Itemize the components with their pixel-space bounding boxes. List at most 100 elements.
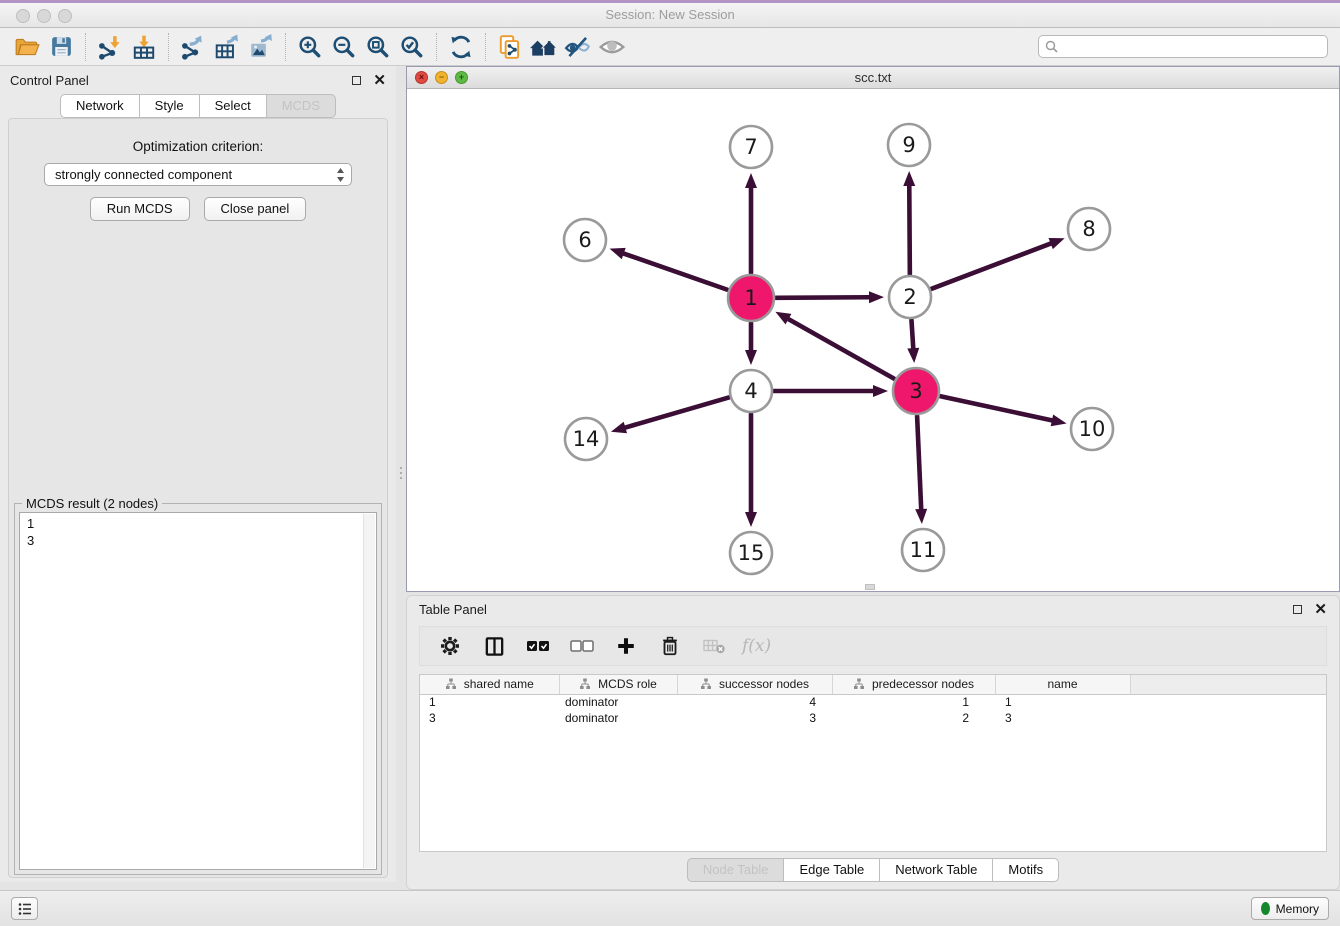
svg-text:6: 6 [578,228,591,252]
table-cell[interactable]: 3 [420,710,559,726]
memory-button[interactable]: Memory [1251,897,1329,920]
column-header-predecessor-nodes[interactable]: predecessor nodes [832,675,995,694]
graph-node-6[interactable]: 6 [564,219,606,261]
tab-mcds[interactable]: MCDS [267,94,336,118]
graph-node-3[interactable]: 3 [893,368,939,414]
apply-layout-icon[interactable] [444,32,478,62]
search-icon [1044,39,1060,55]
table-row[interactable]: 3dominator323 [420,710,1326,726]
graph-node-15[interactable]: 15 [730,532,772,574]
graph-edge-4-15[interactable] [745,414,757,527]
unselect-all-columns-icon[interactable] [566,631,598,661]
tab-motifs[interactable]: Motifs [993,858,1059,882]
column-header-filler [1130,675,1326,694]
panel-split-handle[interactable] [398,460,403,486]
show-columns-icon[interactable] [478,631,510,661]
svg-text:15: 15 [738,541,765,565]
column-header-successor-nodes[interactable]: successor nodes [677,675,832,694]
select-all-columns-icon[interactable] [522,631,554,661]
network-scroll-thumb[interactable] [865,584,875,590]
tab-network[interactable]: Network [60,94,140,118]
tab-network-table[interactable]: Network Table [880,858,993,882]
tab-node-table[interactable]: Node Table [687,858,785,882]
zoom-in-icon[interactable] [293,32,327,62]
search-input[interactable] [1060,37,1327,56]
add-column-icon[interactable] [610,631,642,661]
search-field[interactable] [1038,35,1328,58]
graph-edge-2-9[interactable] [903,171,915,274]
table-row[interactable]: 1dominator411 [420,694,1326,710]
graph-edge-4-14[interactable] [611,397,729,433]
network-window-titlebar[interactable]: × − + scc.txt [407,67,1339,89]
graph-edge-4-3[interactable] [774,385,888,397]
zoom-selected-icon[interactable] [395,32,429,62]
graph-node-9[interactable]: 9 [888,124,930,166]
tab-style[interactable]: Style [140,94,200,118]
column-header-shared-name[interactable]: shared name [420,675,559,694]
delete-table-icon[interactable] [698,631,730,661]
table-cell[interactable]: 3 [995,710,1130,726]
control-panel: Control Panel ✕ NetworkStyleSelectMCDS O… [0,66,396,882]
graph-edge-1-4[interactable] [745,323,757,365]
task-history-button[interactable] [11,897,38,920]
optimization-criterion-select[interactable]: strongly connected component [44,163,352,186]
zoom-fit-content-icon[interactable] [361,32,395,62]
graph-node-11[interactable]: 11 [902,529,944,571]
status-bar: Memory [0,890,1340,926]
new-network-from-selection-icon[interactable] [493,32,527,62]
float-table-panel-icon[interactable] [1293,605,1302,614]
column-header-MCDS-role[interactable]: MCDS role [559,675,677,694]
network-canvas[interactable]: 7 9 6 8 1 2 4 3 14 10 15 11 [407,90,1339,591]
delete-columns-icon[interactable] [654,631,686,661]
table-cell[interactable]: 1 [420,694,559,710]
import-table-icon[interactable] [127,32,161,62]
table-cell[interactable]: dominator [559,694,677,710]
close-table-panel-icon[interactable]: ✕ [1314,605,1327,614]
settings-icon[interactable] [434,631,466,661]
export-image-icon[interactable] [244,32,278,62]
graph-node-8[interactable]: 8 [1068,208,1110,250]
table-cell[interactable]: 4 [677,694,832,710]
hide-selected-icon[interactable] [561,32,595,62]
table-cell[interactable]: dominator [559,710,677,726]
graph-edge-1-2[interactable] [776,291,884,303]
graph-node-10[interactable]: 10 [1071,408,1113,450]
float-panel-icon[interactable] [352,76,361,85]
toolbar-separator [485,33,486,61]
graph-edge-3-1[interactable] [775,312,894,379]
tab-select[interactable]: Select [200,94,267,118]
table-cell[interactable]: 2 [832,710,995,726]
table-cell[interactable]: 1 [995,694,1130,710]
open-session-icon[interactable] [10,32,44,62]
import-network-icon[interactable] [93,32,127,62]
export-network-icon[interactable] [176,32,210,62]
graph-edge-1-7[interactable] [745,173,757,273]
function-builder-icon[interactable]: f(x) [742,636,771,656]
graph-node-4[interactable]: 4 [730,370,772,412]
close-panel-button[interactable]: Close panel [204,197,307,221]
graph-node-14[interactable]: 14 [565,418,607,460]
graph-edge-2-8[interactable] [932,238,1065,289]
table-cell[interactable]: 3 [677,710,832,726]
show-all-icon[interactable] [595,32,629,62]
graph-edge-3-10[interactable] [940,396,1066,426]
save-session-icon[interactable] [44,32,78,62]
graph-edge-2-3[interactable] [907,320,919,363]
column-header-name[interactable]: name [995,675,1130,694]
tab-edge-table[interactable]: Edge Table [784,858,880,882]
node-table: shared nameMCDS rolesuccessor nodesprede… [419,674,1327,852]
toolbar-separator [168,33,169,61]
graph-edge-1-6[interactable] [610,248,728,290]
run-mcds-button[interactable]: Run MCDS [90,197,190,221]
export-table-icon[interactable] [210,32,244,62]
graph-edge-3-11[interactable] [915,416,927,524]
first-neighbors-icon[interactable] [527,32,561,62]
table-cell[interactable]: 1 [832,694,995,710]
table-panel: Table Panel ✕ [406,595,1340,890]
graph-node-2[interactable]: 2 [889,276,931,318]
graph-node-1[interactable]: 1 [728,275,774,321]
graph-node-7[interactable]: 7 [730,126,772,168]
zoom-out-icon[interactable] [327,32,361,62]
close-panel-icon[interactable]: ✕ [373,76,386,85]
result-scrollbar[interactable] [363,514,375,868]
